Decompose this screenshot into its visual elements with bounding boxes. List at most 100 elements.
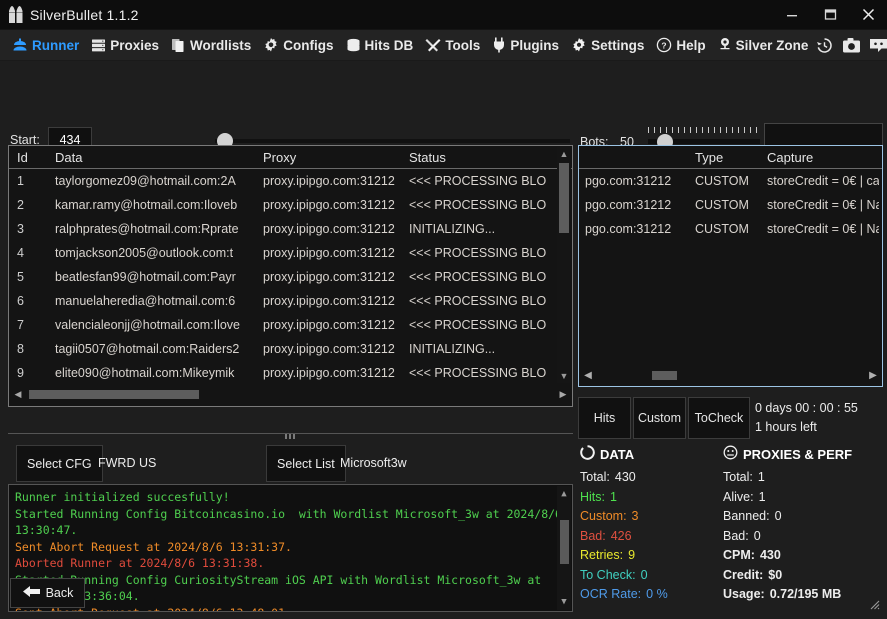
grid-col-data[interactable]: Data bbox=[47, 150, 255, 165]
hits-cell-proxy: pgo.com:31212 bbox=[579, 174, 689, 188]
resize-grip-icon[interactable] bbox=[868, 598, 880, 613]
tools-cross-icon bbox=[425, 37, 441, 53]
menu-item-wordlists[interactable]: Wordlists bbox=[165, 30, 257, 61]
back-button[interactable]: Back bbox=[10, 578, 85, 608]
splitter-grip bbox=[285, 434, 297, 439]
scroll-left-arrow-icon[interactable]: ◀ bbox=[10, 389, 26, 400]
table-row[interactable]: 3ralphprates@hotmail.com:Rprateproxy.ipi… bbox=[9, 217, 572, 241]
stat-value: 0 % bbox=[646, 587, 668, 601]
menu-item-runner[interactable]: Runner bbox=[6, 30, 85, 61]
cell-data: taylorgomez09@hotmail.com:2A bbox=[47, 174, 255, 188]
hits-grid[interactable]: Type Capture pgo.com:31212CUSTOMstoreCre… bbox=[578, 145, 883, 387]
gear-icon bbox=[571, 37, 587, 53]
camera-icon[interactable] bbox=[841, 35, 861, 55]
data-stats-column: DATA Total:430Hits:1Custom:3Bad:426Retri… bbox=[580, 445, 668, 605]
grid-col-status[interactable]: Status bbox=[401, 150, 556, 165]
table-row[interactable]: 9elite090@hotmail.com:Mikeymikproxy.ipip… bbox=[9, 361, 572, 384]
select-list-button[interactable]: Select List bbox=[266, 445, 346, 482]
table-row[interactable]: 7valencialeonjj@hotmail.com:Iloveproxy.i… bbox=[9, 313, 572, 337]
splitter-handle[interactable] bbox=[8, 433, 573, 440]
hits-row[interactable]: pgo.com:31212CUSTOMstoreCredit = 0€ | ca… bbox=[579, 169, 882, 193]
runner-data-grid[interactable]: Id Data Proxy Status 1taylorgomez09@hotm… bbox=[8, 145, 573, 407]
scroll-left-arrow-icon[interactable]: ◀ bbox=[579, 370, 597, 381]
selected-cfg-value: FWRD US bbox=[98, 456, 156, 470]
hits-cell-proxy: pgo.com:31212 bbox=[579, 222, 689, 236]
table-row[interactable]: 2kamar.ramy@hotmail.com:Ilovebproxy.ipip… bbox=[9, 193, 572, 217]
grid-col-id[interactable]: Id bbox=[9, 150, 47, 165]
close-button[interactable] bbox=[849, 0, 887, 30]
documents-icon bbox=[171, 38, 186, 53]
maximize-button[interactable] bbox=[811, 0, 849, 30]
menu-item-help[interactable]: ? Help bbox=[650, 30, 711, 61]
log-console[interactable]: Runner initialized succesfully!Started R… bbox=[8, 484, 573, 612]
tab-hits[interactable]: Hits bbox=[578, 397, 631, 439]
location-pin-icon bbox=[718, 37, 732, 53]
table-row[interactable]: 6manuelaheredia@hotmail.com:6proxy.ipipg… bbox=[9, 289, 572, 313]
tab-custom[interactable]: Custom bbox=[633, 397, 686, 439]
scroll-right-arrow-icon[interactable]: ▶ bbox=[555, 389, 571, 400]
hits-col-type[interactable]: Type bbox=[689, 150, 761, 165]
menu-label: Configs bbox=[283, 38, 333, 53]
log-line: Sent Abort Request at 2024/8/6 13:48:01. bbox=[15, 605, 566, 613]
stat-row: CPM:430 bbox=[723, 546, 852, 566]
window-controls bbox=[773, 0, 887, 30]
stat-key: Custom: bbox=[580, 509, 627, 523]
discord-icon[interactable] bbox=[868, 35, 887, 55]
table-row[interactable]: 1taylorgomez09@hotmail.com:2Aproxy.ipipg… bbox=[9, 169, 572, 193]
stat-value: 0 bbox=[775, 509, 782, 523]
stat-row: Total:1 bbox=[723, 468, 852, 488]
grid-body[interactable]: 1taylorgomez09@hotmail.com:2Aproxy.ipipg… bbox=[9, 169, 572, 384]
grid-header-row: Id Data Proxy Status bbox=[9, 146, 572, 169]
menu-item-configs[interactable]: Configs bbox=[257, 30, 339, 61]
menu-label: Help bbox=[676, 38, 705, 53]
stat-row: Usage:0.72/195 MB bbox=[723, 585, 852, 605]
tab-tocheck[interactable]: ToCheck bbox=[688, 397, 750, 439]
stat-row: To Check:0 bbox=[580, 566, 668, 586]
log-vertical-scrollbar[interactable]: ▲ ▼ bbox=[557, 486, 571, 610]
elapsed-timer: 0 days 00 : 00 : 55 1 hours left bbox=[755, 399, 858, 437]
cell-data: ralphprates@hotmail.com:Rprate bbox=[47, 222, 255, 236]
scroll-thumb[interactable] bbox=[559, 163, 569, 233]
menu-item-plugins[interactable]: Plugins bbox=[486, 30, 565, 61]
hits-col-capture[interactable]: Capture bbox=[761, 150, 879, 165]
hits-body[interactable]: pgo.com:31212CUSTOMstoreCredit = 0€ | ca… bbox=[579, 169, 882, 241]
stat-value: 430 bbox=[615, 470, 636, 484]
history-clock-icon[interactable] bbox=[814, 35, 834, 55]
menu-item-settings[interactable]: Settings bbox=[565, 30, 650, 61]
hits-row[interactable]: pgo.com:31212CUSTOMstoreCredit = 0€ | Na… bbox=[579, 193, 882, 217]
hits-row[interactable]: pgo.com:31212CUSTOMstoreCredit = 0€ | Na… bbox=[579, 217, 882, 241]
menu-item-proxies[interactable]: Proxies bbox=[85, 30, 165, 61]
grid-col-proxy[interactable]: Proxy bbox=[255, 150, 401, 165]
table-row[interactable]: 4tomjackson2005@outlook.com:tproxy.ipipg… bbox=[9, 241, 572, 265]
scroll-down-arrow-icon[interactable]: ▼ bbox=[560, 369, 569, 383]
timer-elapsed: 0 days 00 : 00 : 55 bbox=[755, 399, 858, 418]
hits-cell-proxy: pgo.com:31212 bbox=[579, 198, 689, 212]
hits-hscroll-track[interactable] bbox=[597, 364, 864, 386]
menu-trailing-icons bbox=[814, 35, 887, 55]
scroll-right-arrow-icon[interactable]: ▶ bbox=[864, 370, 882, 381]
hscroll-thumb[interactable] bbox=[29, 390, 199, 399]
table-row[interactable]: 5beatlesfan99@hotmail.com:Payrproxy.ipip… bbox=[9, 265, 572, 289]
menu-item-tools[interactable]: Tools bbox=[419, 30, 486, 61]
hits-header-row: Type Capture bbox=[579, 146, 882, 169]
hits-hscroll-thumb[interactable] bbox=[652, 371, 677, 380]
svg-text:?: ? bbox=[662, 40, 667, 50]
grid-horizontal-scrollbar[interactable]: ◀ ▶ bbox=[10, 384, 571, 405]
hscroll-track[interactable] bbox=[26, 384, 555, 405]
menu-label: Settings bbox=[591, 38, 644, 53]
select-cfg-button[interactable]: Select CFG bbox=[16, 445, 103, 482]
scroll-thumb[interactable] bbox=[560, 520, 569, 564]
log-line: Started Running Config Bitcoincasino.io … bbox=[15, 506, 566, 539]
minimize-button[interactable] bbox=[773, 0, 811, 30]
table-row[interactable]: 8tagii0507@hotmail.com:Raiders2proxy.ipi… bbox=[9, 337, 572, 361]
log-line: Runner initialized succesfully! bbox=[15, 489, 566, 506]
menu-item-silver-zone[interactable]: Silver Zone bbox=[712, 30, 815, 61]
menu-item-hits-db[interactable]: Hits DB bbox=[340, 30, 420, 61]
cell-id: 3 bbox=[9, 222, 47, 236]
scroll-up-arrow-icon[interactable]: ▲ bbox=[561, 486, 566, 502]
hits-horizontal-scrollbar[interactable]: ◀ ▶ bbox=[579, 364, 882, 386]
grid-vertical-scrollbar[interactable]: ▲ ▼ bbox=[557, 147, 571, 383]
scroll-up-arrow-icon[interactable]: ▲ bbox=[560, 147, 569, 161]
cell-status: <<< PROCESSING BLO bbox=[401, 246, 556, 260]
scroll-down-arrow-icon[interactable]: ▼ bbox=[561, 594, 566, 610]
